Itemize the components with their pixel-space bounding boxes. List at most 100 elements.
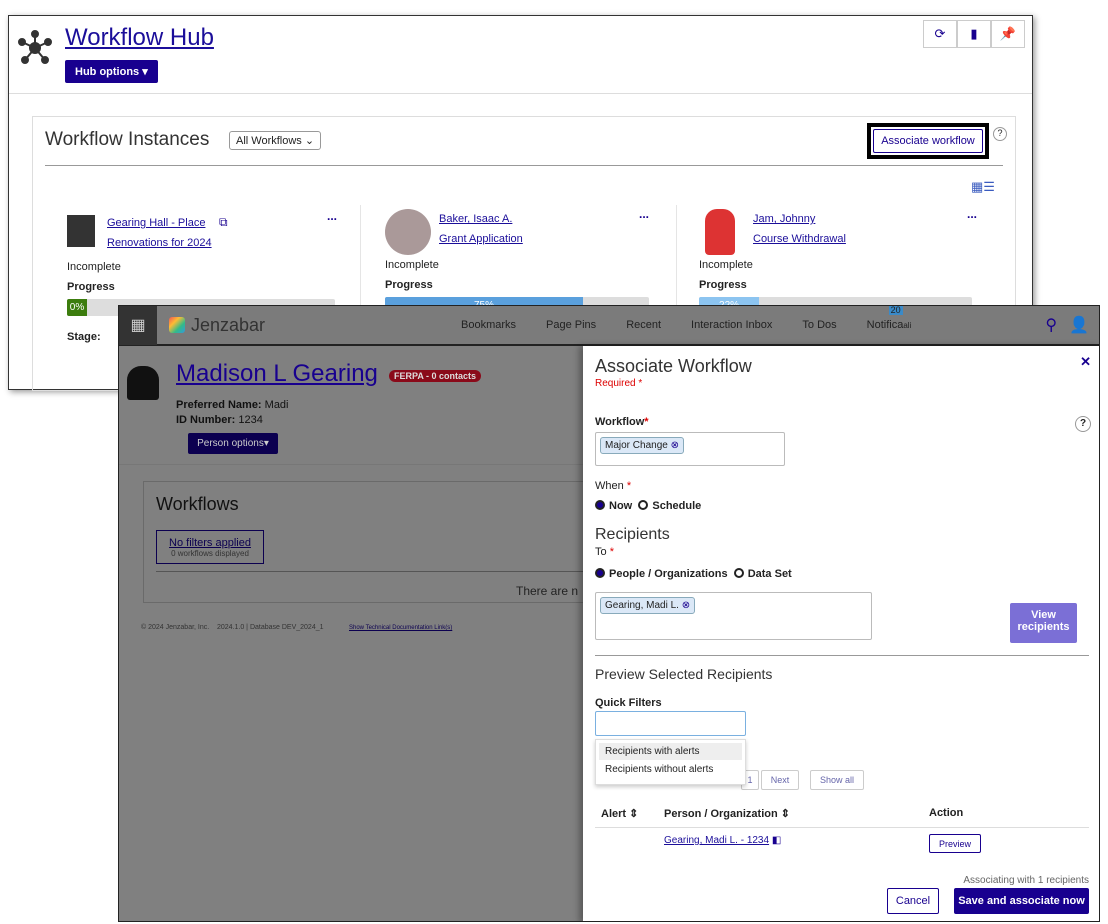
card-status: Incomplete	[699, 259, 753, 271]
person-options-button[interactable]: Person options ▾	[188, 433, 278, 454]
now-label: Now	[609, 500, 633, 512]
footer-text: © 2024 Jenzabar, Inc. 2024.1.0 | Databas…	[141, 624, 324, 631]
instances-title: Workflow Instances	[45, 129, 210, 150]
top-nav: ▦ Jenzabar Bookmarks Page Pins Recent In…	[119, 306, 1099, 346]
sort-icon[interactable]: ⇕	[629, 808, 638, 820]
option-with-alerts[interactable]: Recipients with alerts	[599, 743, 742, 760]
card-link[interactable]: Jam, Johnny	[753, 213, 815, 225]
footer-doc-link[interactable]: Show Technical Documentation Link(s)	[349, 625, 452, 631]
nav-notifications-label: Notifica	[866, 319, 904, 331]
preview-button[interactable]: Preview	[929, 834, 981, 853]
help-icon[interactable]: ?	[993, 127, 1007, 141]
search-icon[interactable]: ⚲	[1045, 315, 1057, 335]
when-label: When	[595, 480, 624, 492]
col-alert[interactable]: Alert	[601, 808, 626, 820]
bookmark-icon[interactable]: ▮	[957, 20, 991, 48]
nav-recent[interactable]: Recent	[626, 319, 661, 331]
empty-message: There are n	[516, 584, 579, 598]
remove-tag-icon[interactable]: ⊗	[682, 600, 690, 611]
id-number: 1234	[238, 414, 263, 426]
workflow-input[interactable]: Major Change ⊗	[595, 432, 785, 466]
option-without-alerts[interactable]: Recipients without alerts	[599, 760, 742, 779]
dataset-label: Data Set	[747, 568, 792, 580]
ferpa-badge[interactable]: FERPA - 0 contacts	[389, 370, 482, 382]
close-icon[interactable]: ✕	[1080, 354, 1091, 370]
card-link[interactable]: Baker, Isaac A.	[439, 213, 512, 225]
cancel-button[interactable]: Cancel	[887, 888, 939, 914]
hub-title[interactable]: Workflow Hub	[65, 24, 214, 52]
hub-toolbar: ⟳ ▮ 📌	[923, 20, 1025, 48]
people-radio[interactable]: People / Organizations	[595, 568, 728, 580]
progress-text: 0%	[67, 299, 87, 316]
user-icon[interactable]: 👤	[1069, 315, 1089, 335]
quick-filters-input[interactable]	[595, 711, 746, 736]
network-icon	[18, 30, 52, 64]
card-workflow-link[interactable]: Course Withdrawal	[753, 233, 846, 245]
recipient-tag: Gearing, Madi L. ⊗	[600, 597, 696, 614]
notification-badge: 20	[888, 305, 903, 315]
more-menu-icon[interactable]: ...	[639, 207, 649, 221]
brand[interactable]: Jenzabar	[191, 315, 461, 336]
person-page-overlay: Madison L Gearing FERPA - 0 contacts Pre…	[119, 346, 596, 921]
view-toggle-icons[interactable]: ▦☰	[971, 179, 995, 195]
card-workflow-link[interactable]: Grant Application	[439, 233, 523, 245]
pin-icon[interactable]: 📌	[991, 20, 1025, 48]
card-link[interactable]: Gearing Hall - Place	[107, 217, 205, 229]
col-person[interactable]: Person / Organization	[664, 808, 778, 820]
more-menu-icon[interactable]: ...	[967, 207, 977, 221]
progress-label: Progress	[385, 279, 433, 291]
recipient-tag-label: Gearing, Madi L.	[605, 600, 679, 611]
person-name[interactable]: Madison L Gearing	[176, 360, 378, 388]
show-all-button[interactable]: Show all	[810, 770, 864, 790]
next-page-button[interactable]: Next	[761, 770, 799, 790]
save-and-associate-button[interactable]: Save and associate now	[954, 888, 1089, 914]
pref-name: Madi	[264, 399, 289, 411]
hub-options-button[interactable]: Hub options ▾	[65, 60, 158, 83]
apps-grid-icon[interactable]: ▦	[119, 306, 157, 345]
view-recipients-button[interactable]: View recipients	[1010, 603, 1077, 643]
help-icon[interactable]: ?	[1075, 416, 1091, 432]
workflow-tag: Major Change ⊗	[600, 437, 684, 454]
workflow-label: Workflow	[595, 416, 645, 428]
dataset-radio[interactable]: Data Set	[733, 568, 792, 580]
divider	[45, 165, 1003, 166]
progress-label: Progress	[699, 279, 747, 291]
schedule-label: Schedule	[652, 500, 702, 512]
filter-button[interactable]: No filters applied 0 workflows displayed	[156, 530, 264, 564]
required-note: Required	[595, 378, 636, 389]
more-menu-icon[interactable]: ...	[327, 209, 337, 223]
workflow-tag-label: Major Change	[605, 440, 668, 451]
remove-tag-icon[interactable]: ⊗	[671, 440, 679, 451]
stage-label: Stage:	[67, 331, 101, 343]
sync-icon[interactable]: ⟳	[923, 20, 957, 48]
associate-workflow-panel: Associate Workflow ✕ Required * Workflow…	[583, 346, 1099, 921]
preview-title: Preview Selected Recipients	[595, 666, 773, 682]
now-radio[interactable]: Now	[595, 500, 632, 512]
pref-name-label: Preferred Name:	[176, 399, 262, 411]
hub-options-label: Hub options	[75, 66, 140, 78]
person-window: ▦ Jenzabar Bookmarks Page Pins Recent In…	[118, 305, 1100, 922]
table-row: Gearing, Madi L. - 1234 ◧	[664, 835, 781, 846]
nav-page-pins[interactable]: Page Pins	[546, 319, 596, 331]
card-status: Incomplete	[67, 261, 121, 273]
card-workflow-link[interactable]: Renovations for 2024	[107, 237, 212, 249]
recipients-input[interactable]: Gearing, Madi L. ⊗	[595, 592, 872, 640]
building-icon	[67, 215, 95, 247]
schedule-radio[interactable]: Schedule	[638, 500, 701, 512]
nav-interaction-inbox[interactable]: Interaction Inbox	[691, 319, 772, 331]
popout-icon[interactable]: ◧	[772, 835, 781, 846]
workflow-filter-select[interactable]: All Workflows ⌄	[229, 131, 322, 150]
recipient-link[interactable]: Gearing, Madi L. - 1234	[664, 835, 769, 846]
sort-icon[interactable]: ⇕	[781, 808, 790, 820]
avatar	[385, 209, 431, 255]
external-link-icon[interactable]: ⧉	[219, 215, 228, 230]
nav-to-dos[interactable]: To Dos	[802, 319, 836, 331]
nav-notifications[interactable]: Notificaali 20	[866, 306, 911, 331]
associate-workflow-button[interactable]: Associate workflow	[873, 129, 983, 153]
person-options-label: Person options	[197, 438, 264, 449]
panel-title: Associate Workflow	[595, 356, 752, 376]
jenzabar-logo-icon	[169, 317, 185, 333]
id-label: ID Number:	[176, 414, 236, 426]
quick-filters-dropdown: Recipients with alerts Recipients withou…	[595, 739, 746, 785]
nav-bookmarks[interactable]: Bookmarks	[461, 319, 516, 331]
